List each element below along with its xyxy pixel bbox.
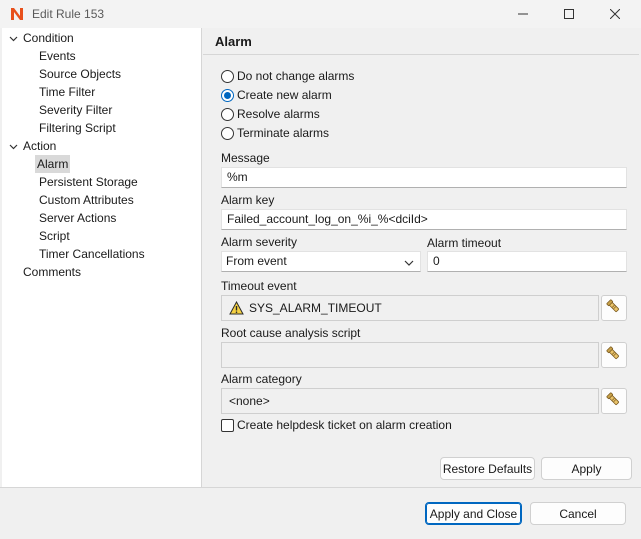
tree-item-timer-cancellations[interactable]: Timer Cancellations: [37, 245, 147, 263]
timeout-event-label: Timeout event: [221, 279, 297, 293]
radio-do-not-change[interactable]: Do not change alarms: [221, 67, 354, 85]
apply-button[interactable]: Apply: [541, 457, 632, 480]
radio-label: Create new alarm: [237, 88, 332, 102]
alarm-severity-select[interactable]: From event: [221, 251, 421, 272]
close-icon: [610, 9, 620, 19]
page-tree: Condition Events Source Objects Time Fil…: [2, 28, 202, 487]
tree-item-server-actions[interactable]: Server Actions: [37, 209, 118, 227]
helpdesk-checkbox-row[interactable]: Create helpdesk ticket on alarm creation: [221, 416, 452, 434]
timeout-event-field: SYS_ALARM_TIMEOUT: [221, 295, 599, 321]
maximize-button[interactable]: [546, 0, 592, 28]
radio-button[interactable]: [221, 126, 234, 140]
alarm-category-field: <none>: [221, 388, 599, 414]
alarm-severity-label: Alarm severity: [221, 235, 298, 249]
radio-label: Terminate alarms: [237, 126, 330, 140]
radio-create-new[interactable]: Create new alarm: [221, 86, 332, 104]
radio-label: Do not change alarms: [237, 69, 355, 83]
tree-item-script[interactable]: Script: [37, 227, 72, 245]
window-title: Edit Rule 153: [32, 7, 105, 21]
alarm-timeout-field[interactable]: 0: [427, 251, 627, 272]
tree-item-persistent-storage[interactable]: Persistent Storage: [37, 173, 140, 191]
radio-button[interactable]: [221, 69, 234, 83]
title-bar: Edit Rule 153: [0, 0, 641, 28]
chevron-down-icon[interactable]: [7, 29, 19, 47]
root-cause-picker-button[interactable]: [601, 342, 627, 368]
helpdesk-checkbox-label: Create helpdesk ticket on alarm creation: [237, 418, 452, 432]
root-cause-label: Root cause analysis script: [221, 326, 361, 340]
message-field[interactable]: %m: [221, 167, 627, 188]
tree-item-filtering-script[interactable]: Filtering Script: [37, 119, 118, 137]
warning-icon: [229, 301, 244, 315]
radio-terminate[interactable]: Terminate alarms: [221, 124, 329, 142]
flashlight-icon: [605, 298, 623, 319]
flashlight-icon: [605, 391, 623, 412]
alarm-severity-value: From event: [226, 254, 287, 268]
chevron-down-icon[interactable]: [7, 137, 19, 155]
alarm-category-label: Alarm category: [221, 372, 302, 386]
restore-defaults-button[interactable]: Restore Defaults: [440, 457, 535, 480]
tree-item-source-objects[interactable]: Source Objects: [37, 65, 123, 83]
timeout-event-value: SYS_ALARM_TIMEOUT: [249, 300, 382, 315]
dialog-footer: Apply and Close Cancel: [0, 487, 641, 539]
maximize-icon: [564, 9, 574, 19]
root-cause-field: [221, 342, 599, 368]
alarm-key-field[interactable]: Failed_account_log_on_%i_%<dciId>: [221, 209, 627, 230]
page-title: Alarm: [203, 28, 639, 55]
tree-item-time-filter[interactable]: Time Filter: [37, 83, 97, 101]
alarm-category-value: <none>: [229, 393, 270, 408]
cancel-button[interactable]: Cancel: [530, 502, 626, 525]
apply-and-close-button[interactable]: Apply and Close: [425, 502, 522, 525]
radio-label: Resolve alarms: [237, 107, 320, 121]
radio-button[interactable]: [221, 88, 234, 102]
tree-item-comments[interactable]: Comments: [21, 263, 83, 281]
helpdesk-checkbox[interactable]: [221, 418, 234, 432]
tree-item-alarm[interactable]: Alarm: [35, 155, 71, 173]
radio-resolve[interactable]: Resolve alarms: [221, 105, 320, 123]
tree-item-action[interactable]: Action: [21, 137, 58, 155]
alarm-category-picker-button[interactable]: [601, 388, 627, 414]
alarm-page: Alarm Do not change alarms Create new al…: [203, 28, 639, 487]
radio-button[interactable]: [221, 107, 234, 121]
chevron-down-icon: [404, 257, 414, 267]
tree-item-custom-attributes[interactable]: Custom Attributes: [37, 191, 136, 209]
tree-item-severity-filter[interactable]: Severity Filter: [37, 101, 114, 119]
tree-item-condition[interactable]: Condition: [21, 29, 76, 47]
minimize-icon: [518, 13, 528, 15]
alarm-timeout-label: Alarm timeout: [427, 236, 502, 250]
netxms-logo-icon: [9, 6, 25, 22]
minimize-button[interactable]: [500, 0, 546, 28]
tree-item-events[interactable]: Events: [37, 47, 78, 65]
timeout-event-picker-button[interactable]: [601, 295, 627, 321]
message-label: Message: [221, 151, 270, 165]
alarm-key-label: Alarm key: [221, 193, 275, 207]
close-button[interactable]: [592, 0, 638, 28]
flashlight-icon: [605, 345, 623, 366]
